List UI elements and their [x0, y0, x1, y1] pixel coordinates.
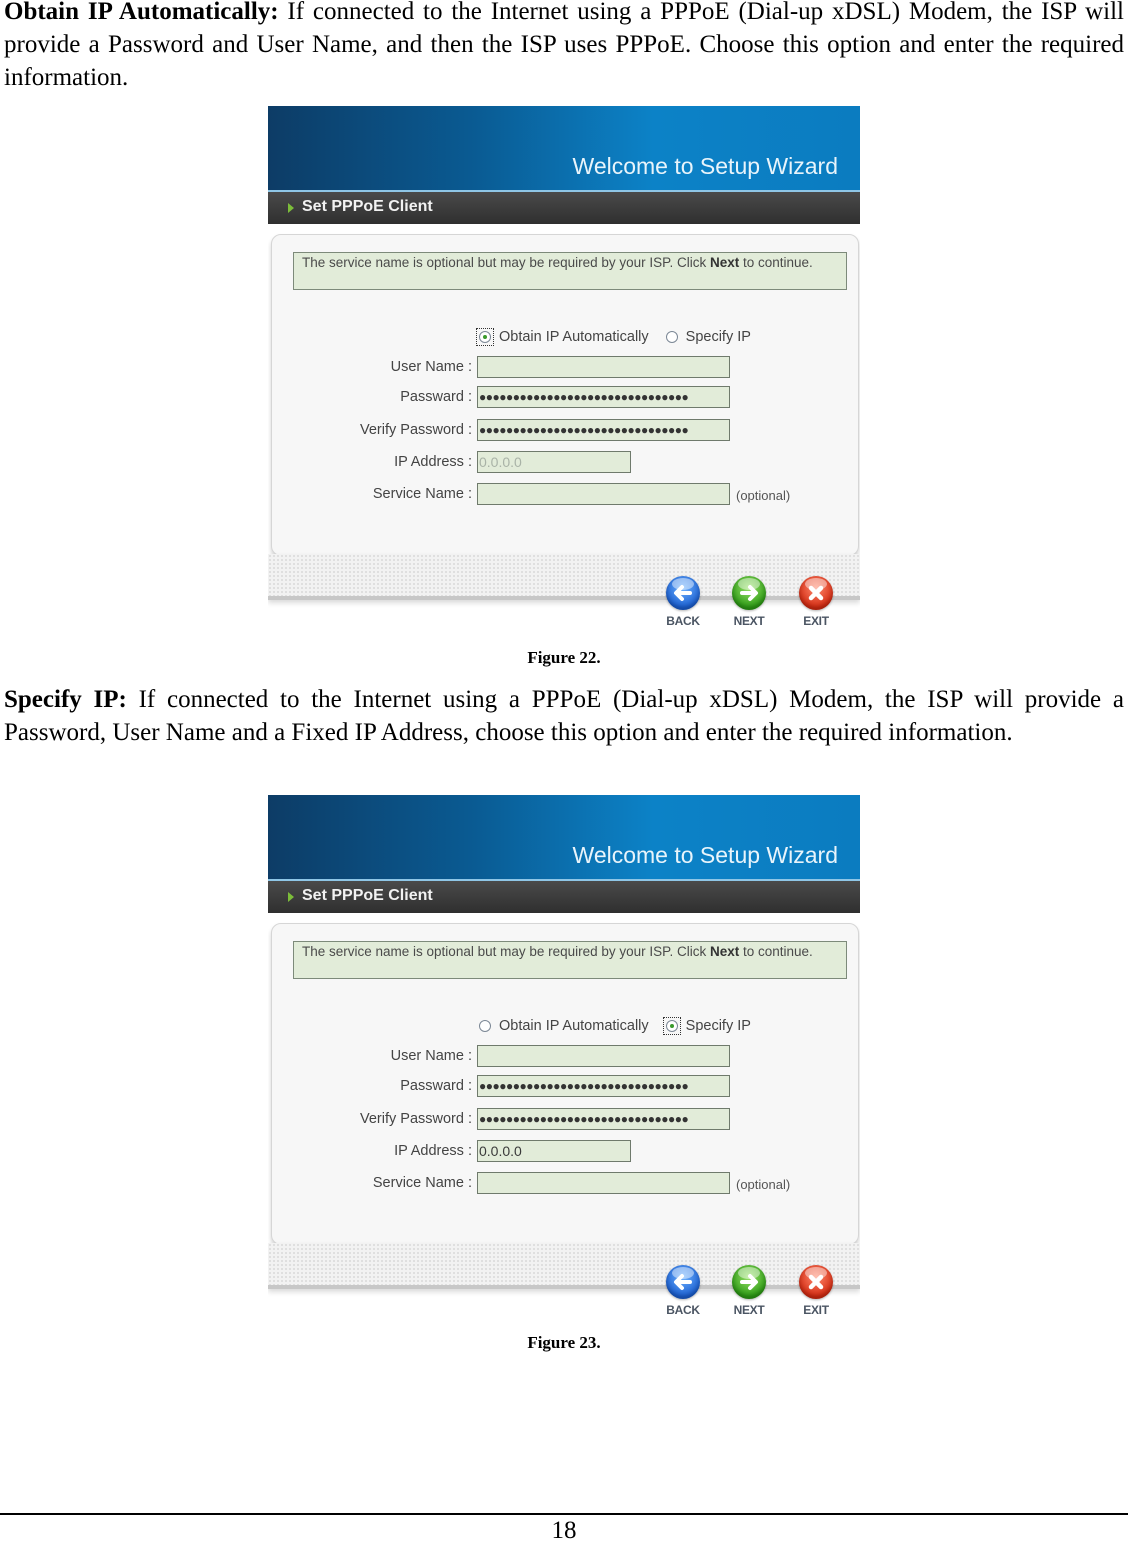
ip-address-label: IP Address :	[394, 1143, 472, 1159]
close-x-icon	[799, 1265, 833, 1299]
note-text: The service name is optional but may be …	[302, 255, 710, 270]
arrow-right-icon	[288, 203, 294, 213]
user-name-label: User Name :	[390, 359, 472, 375]
row-password: Passward : ●●●●●●●●●●●●●●●●●●●●●●●●●●●●●…	[268, 386, 860, 410]
close-x-icon	[799, 576, 833, 610]
radio-label: Specify IP	[685, 1018, 751, 1034]
ip-address-label: IP Address :	[394, 454, 472, 470]
setup-wizard-screenshot: Welcome to Setup Wizard Set PPPoE Client…	[268, 106, 860, 638]
password-input[interactable]: ●●●●●●●●●●●●●●●●●●●●●●●●●●●●●●●	[477, 1075, 730, 1097]
verify-password-label: Verify Password :	[359, 1111, 472, 1127]
section-bar: Set PPPoE Client	[268, 881, 860, 913]
radio-button[interactable]	[665, 331, 678, 343]
radio-button[interactable]	[479, 331, 491, 343]
section-bar: Set PPPoE Client	[268, 192, 860, 224]
radio-label: Obtain IP Automatically	[499, 1018, 649, 1034]
note-text-end: to continue.	[739, 255, 813, 270]
exit-button[interactable]: EXIT	[794, 576, 838, 628]
section-title: Set PPPoE Client	[302, 887, 433, 904]
back-label: BACK	[666, 1303, 700, 1317]
service-name-label: Service Name :	[372, 1175, 472, 1191]
arrow-right-icon	[288, 892, 294, 902]
info-note: The service name is optional but may be …	[293, 252, 847, 290]
next-label: NEXT	[733, 1303, 765, 1317]
row-verify-password: Verify Password : ●●●●●●●●●●●●●●●●●●●●●●…	[268, 1108, 860, 1132]
radio-button[interactable]	[665, 1020, 678, 1032]
ip-address-input[interactable]: 0.0.0.0	[477, 1140, 631, 1162]
user-name-input[interactable]	[477, 356, 730, 378]
note-text-end: to continue.	[739, 944, 813, 959]
radio-specify-ip[interactable]: Specify IP	[663, 328, 751, 346]
paragraph-specify-ip: Specify IP: If connected to the Internet…	[4, 683, 1124, 749]
exit-label: EXIT	[803, 614, 829, 628]
section-title: Set PPPoE Client	[302, 198, 433, 215]
back-button[interactable]: BACK	[661, 1265, 705, 1317]
row-user-name: User Name :	[268, 1045, 860, 1069]
next-arrow-icon	[732, 576, 766, 610]
wizard-footer-bar	[268, 1243, 860, 1289]
password-input[interactable]: ●●●●●●●●●●●●●●●●●●●●●●●●●●●●●●●	[477, 386, 730, 408]
figure-caption: Figure 23.	[527, 1333, 601, 1352]
password-label: Passward :	[400, 1078, 472, 1094]
radio-label: Obtain IP Automatically	[499, 329, 649, 345]
row-service-name: Service Name : (optional)	[268, 1172, 860, 1196]
row-ip-address: IP Address : 0.0.0.0	[268, 451, 860, 475]
service-name-label: Service Name :	[372, 486, 472, 502]
wizard-footer-bar	[268, 554, 860, 600]
back-arrow-icon	[666, 1265, 700, 1299]
verify-password-input[interactable]: ●●●●●●●●●●●●●●●●●●●●●●●●●●●●●●●	[477, 1108, 730, 1130]
optional-hint: (optional)	[736, 488, 791, 503]
paragraph-lead: Specify IP:	[4, 686, 127, 713]
service-name-input[interactable]	[477, 1172, 730, 1194]
radio-obtain-ip-automatically[interactable]: Obtain IP Automatically	[476, 1017, 649, 1035]
wizard-title: Welcome to Setup Wizard	[572, 842, 838, 868]
next-button[interactable]: NEXT	[727, 576, 771, 628]
password-label: Passward :	[400, 389, 472, 405]
back-button[interactable]: BACK	[661, 576, 705, 628]
verify-password-label: Verify Password :	[359, 422, 472, 438]
row-verify-password: Verify Password : ●●●●●●●●●●●●●●●●●●●●●●…	[268, 419, 860, 443]
user-name-label: User Name :	[390, 1048, 472, 1064]
ip-mode-radio-group: Obtain IP Automatically Specify IP	[476, 325, 751, 349]
wizard-title: Welcome to Setup Wizard	[572, 153, 838, 179]
row-password: Passward : ●●●●●●●●●●●●●●●●●●●●●●●●●●●●●…	[268, 1075, 860, 1099]
back-arrow-icon	[666, 576, 700, 610]
page-number: 18	[551, 1517, 577, 1544]
note-bold: Next	[709, 255, 740, 270]
footer-divider	[0, 1513, 1128, 1515]
next-label: NEXT	[733, 614, 765, 628]
paragraph-text: If connected to the Internet using a PPP…	[4, 686, 1124, 746]
note-bold: Next	[709, 944, 740, 959]
figure-caption: Figure 22.	[527, 648, 601, 667]
paragraph-lead: Obtain IP Automatically:	[4, 0, 279, 25]
ip-mode-radio-group: Obtain IP Automatically Specify IP	[476, 1014, 751, 1038]
info-note: The service name is optional but may be …	[293, 941, 847, 979]
exit-label: EXIT	[803, 1303, 829, 1317]
row-service-name: Service Name : (optional)	[268, 483, 860, 507]
row-ip-address: IP Address : 0.0.0.0	[268, 1140, 860, 1164]
exit-button[interactable]: EXIT	[794, 1265, 838, 1317]
verify-password-input[interactable]: ●●●●●●●●●●●●●●●●●●●●●●●●●●●●●●●	[477, 419, 730, 441]
radio-label: Specify IP	[685, 329, 751, 345]
radio-specify-ip[interactable]: Specify IP	[662, 1017, 751, 1035]
paragraph-obtain-ip: Obtain IP Automatically: If connected to…	[4, 0, 1124, 94]
ip-address-input[interactable]: 0.0.0.0	[477, 451, 631, 473]
optional-hint: (optional)	[736, 1177, 791, 1192]
setup-wizard-screenshot: Welcome to Setup Wizard Set PPPoE Client…	[268, 795, 860, 1327]
next-button[interactable]: NEXT	[727, 1265, 771, 1317]
user-name-input[interactable]	[477, 1045, 730, 1067]
radio-obtain-ip-automatically[interactable]: Obtain IP Automatically	[476, 328, 649, 346]
row-user-name: User Name :	[268, 356, 860, 380]
service-name-input[interactable]	[477, 483, 730, 505]
note-text: The service name is optional but may be …	[302, 944, 710, 959]
back-label: BACK	[666, 614, 700, 628]
next-arrow-icon	[732, 1265, 766, 1299]
radio-button[interactable]	[479, 1020, 491, 1032]
